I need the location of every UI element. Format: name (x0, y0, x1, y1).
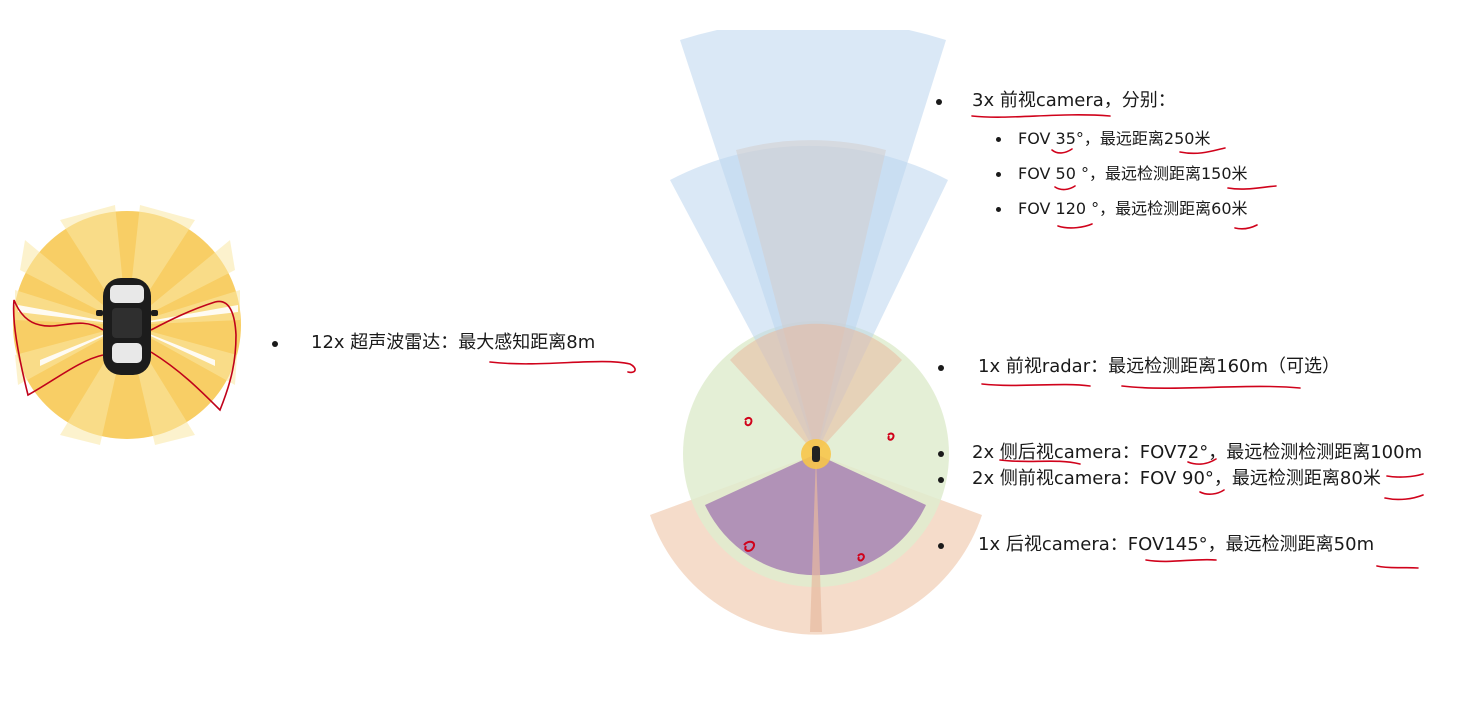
side-front-camera-label: 2x 侧前视camera：FOV 90°，最远检测距离80米 (972, 468, 1381, 489)
bullet-rear-camera (938, 543, 944, 549)
side-rear-camera-label: 2x 侧后视camera：FOV72°，最远检测检测距离100m (972, 442, 1423, 463)
bullet-side-front (938, 477, 944, 483)
bullet-front-cameras (936, 99, 942, 105)
front-camera-fov120-label: FOV 120 °，最远检测距离60米 (1018, 199, 1248, 218)
slide: 12x 超声波雷达：最大感知距离8m 3x 前视camera，分别： FOV 3… (0, 0, 1482, 707)
bullet-radar (938, 365, 944, 371)
bullet-side-rear (938, 451, 944, 457)
ego-car-icon (812, 446, 820, 462)
car-top-view-icon (96, 278, 158, 375)
front-camera-fov35-label: FOV 35°，最远距离250米 (1018, 129, 1211, 148)
front-cameras-heading: 3x 前视camera，分别： (972, 90, 1176, 111)
bullet-fov50 (996, 172, 1001, 177)
radar-label: 1x 前视radar：最远检测距离160m（可选） (978, 356, 1341, 377)
rear-camera-label: 1x 后视camera：FOV145°，最远检测距离50m (978, 534, 1375, 555)
bullet-ultrasonic (272, 341, 278, 347)
bullet-fov35 (996, 137, 1001, 142)
ultrasonic-coverage-diagram (12, 205, 241, 445)
front-camera-fov50-label: FOV 50 °，最远检测距离150米 (1018, 164, 1248, 183)
sensor-fov-diagram (650, 30, 982, 635)
ultrasonic-label: 12x 超声波雷达：最大感知距离8m (311, 332, 596, 353)
bullet-fov120 (996, 207, 1001, 212)
